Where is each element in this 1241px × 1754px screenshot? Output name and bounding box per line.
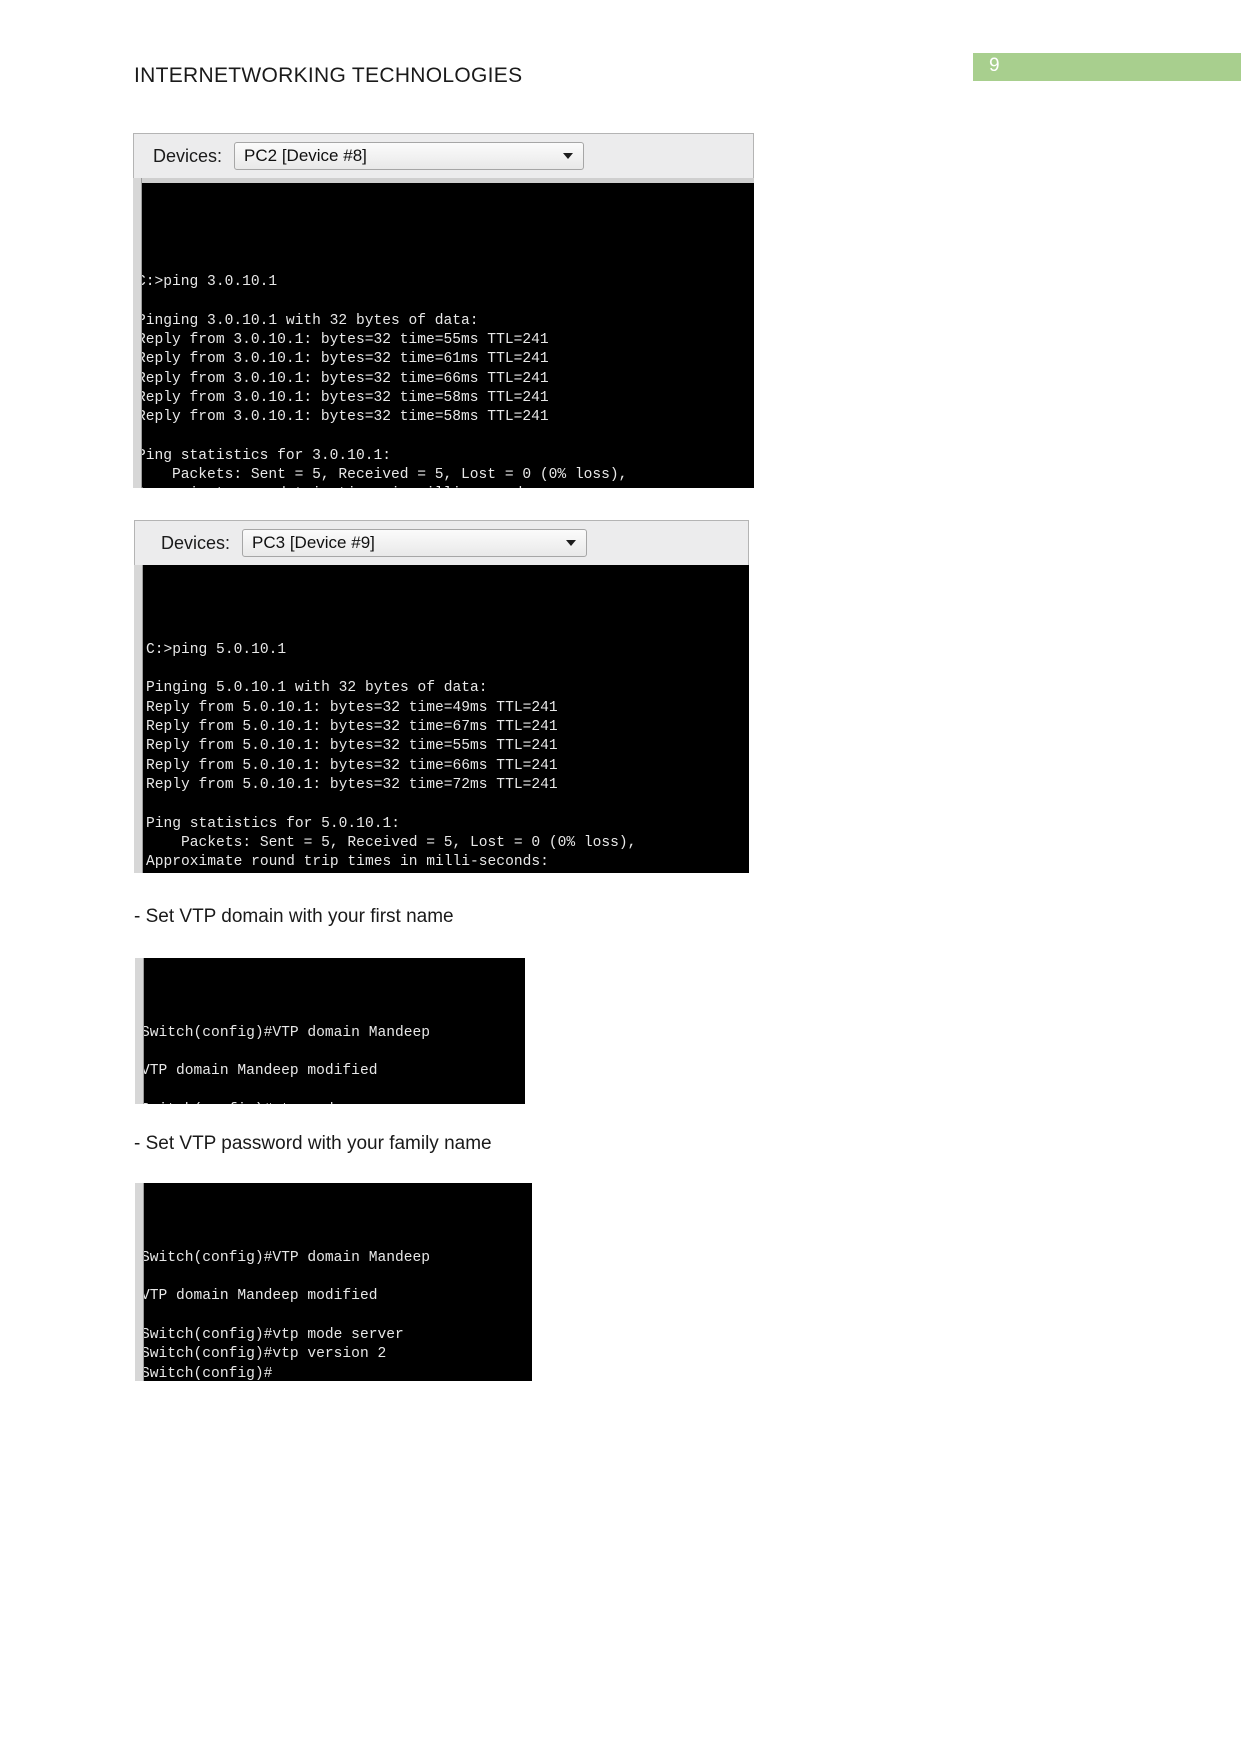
chevron-down-icon bbox=[563, 153, 574, 159]
terminal-left-gutter bbox=[135, 1183, 144, 1381]
screenshot-ping-pc2: Devices: PC2 [Device #8] C:>ping 3.0.10.… bbox=[133, 133, 754, 488]
screenshot-ping-pc3: Devices: PC3 [Device #9] C:>ping 5.0.10.… bbox=[134, 520, 749, 873]
device-dropdown[interactable]: PC2 [Device #8] bbox=[234, 142, 585, 170]
device-dropdown-value: PC2 [Device #8] bbox=[244, 146, 367, 165]
terminal-text: C:>ping 5.0.10.1 Pinging 5.0.10.1 with 3… bbox=[146, 641, 637, 871]
page-number: 9 bbox=[989, 55, 1000, 76]
chevron-down-icon bbox=[566, 540, 577, 546]
page-number-badge: 9 bbox=[973, 53, 1241, 81]
terminal-left-gutter bbox=[135, 958, 144, 1104]
device-dropdown[interactable]: PC3 [Device #9] bbox=[242, 529, 588, 557]
page-title: INTERNETWORKING TECHNOLOGIES bbox=[134, 64, 523, 87]
terminal-output-vtp-domain: Switch(config)#VTP domain Mandeep VTP do… bbox=[135, 958, 525, 1104]
devices-toolbar: Devices: PC2 [Device #8] bbox=[133, 133, 754, 178]
instruction-vtp-domain: - Set VTP domain with your first name bbox=[134, 906, 454, 927]
page-header: INTERNETWORKING TECHNOLOGIES 9 bbox=[0, 0, 1241, 110]
devices-label: Devices: bbox=[153, 145, 223, 166]
devices-label: Devices: bbox=[161, 532, 231, 553]
screenshot-vtp-domain: Switch(config)#VTP domain Mandeep VTP do… bbox=[135, 958, 525, 1104]
terminal-output-ping-pc3: C:>ping 5.0.10.1 Pinging 5.0.10.1 with 3… bbox=[134, 565, 749, 873]
terminal-text: Switch(config)#VTP domain Mandeep VTP do… bbox=[141, 1024, 431, 1104]
devices-toolbar: Devices: PC3 [Device #9] bbox=[134, 520, 749, 565]
terminal-output-ping-pc2: C:>ping 3.0.10.1 Pinging 3.0.10.1 with 3… bbox=[133, 178, 754, 488]
window-top-strip bbox=[133, 178, 754, 183]
instruction-vtp-password: - Set VTP password with your family name bbox=[134, 1133, 492, 1154]
terminal-left-gutter bbox=[133, 178, 142, 488]
screenshot-vtp-password: Switch(config)#VTP domain Mandeep VTP do… bbox=[135, 1183, 532, 1381]
device-dropdown-value: PC3 [Device #9] bbox=[252, 533, 375, 552]
terminal-left-gutter bbox=[134, 565, 143, 873]
terminal-output-vtp-password: Switch(config)#VTP domain Mandeep VTP do… bbox=[135, 1183, 532, 1381]
terminal-text: Switch(config)#VTP domain Mandeep VTP do… bbox=[141, 1249, 431, 1381]
terminal-text: C:>ping 3.0.10.1 Pinging 3.0.10.1 with 3… bbox=[137, 274, 628, 488]
